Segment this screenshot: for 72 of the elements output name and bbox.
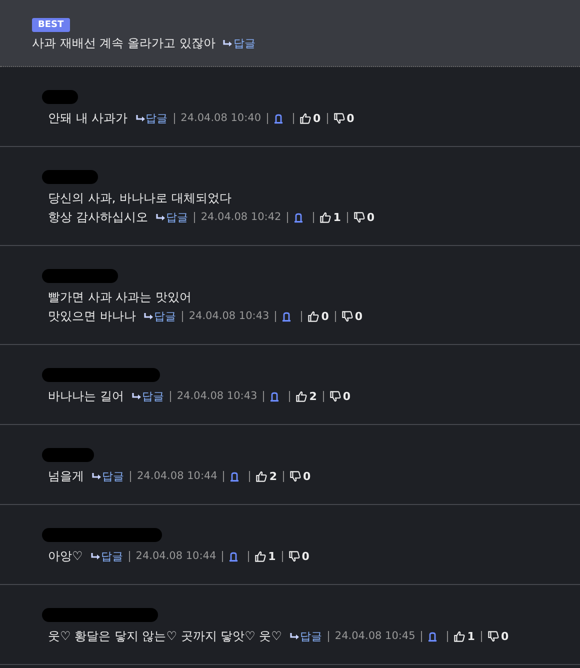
- redaction-mark: [42, 90, 78, 104]
- thumbs-down-icon: [354, 212, 365, 223]
- timestamp: 24.04.08 10:45: [334, 629, 416, 644]
- dislike-button[interactable]: 0: [288, 547, 310, 566]
- comment-text: 사과 재배선 계속 올라가고 있잖아: [32, 35, 216, 52]
- bell-icon[interactable]: [282, 312, 292, 322]
- timestamp: 24.04.08 10:44: [137, 469, 218, 484]
- redaction-mark: [42, 170, 98, 184]
- comment-text: 맛있으면 바나나: [48, 308, 136, 325]
- bell-icon[interactable]: [270, 392, 280, 402]
- comment-text: 당신의 사과, 바나나로 대체되었다: [48, 190, 232, 207]
- thumbs-up-icon: [454, 631, 466, 642]
- comment-text: 넘을게: [48, 468, 84, 485]
- comment-text: 바나나는 길어: [48, 388, 124, 405]
- reply-arrow-icon: [290, 633, 299, 640]
- reply-link[interactable]: 답글: [223, 36, 256, 51]
- reply-arrow-icon: [90, 553, 100, 560]
- reply-link[interactable]: 답글: [90, 547, 123, 566]
- bell-icon[interactable]: [230, 472, 240, 482]
- timestamp: 24.04.08 10:43: [176, 389, 258, 404]
- thumbs-up-icon: [300, 113, 311, 124]
- comment-text: 웃♡ 황달은 닿지 않는♡ 곳까지 닿앗♡ 웃♡: [48, 628, 282, 645]
- timestamp: 24.04.08 10:43: [188, 309, 270, 324]
- bell-icon[interactable]: [229, 552, 238, 562]
- bell-icon[interactable]: [274, 114, 283, 124]
- like-button[interactable]: 2: [256, 467, 278, 486]
- reply-arrow-icon: [144, 313, 153, 320]
- thumbs-up-icon: [255, 551, 266, 562]
- thumbs-down-icon: [288, 551, 300, 562]
- timestamp: 24.04.08 10:44: [136, 549, 216, 564]
- thumbs-up-icon: [296, 391, 308, 402]
- thumbs-up-icon: [308, 311, 320, 322]
- like-button[interactable]: 2: [296, 387, 317, 406]
- reply-link[interactable]: 답글: [156, 208, 188, 227]
- dislike-button[interactable]: 0: [330, 387, 350, 406]
- like-button[interactable]: 1: [320, 208, 341, 227]
- reply-arrow-icon: [223, 40, 232, 47]
- redaction-mark: [42, 448, 94, 462]
- comment-text: 안돼 내 사과가: [48, 110, 128, 127]
- dislike-button[interactable]: 0: [354, 208, 374, 227]
- timestamp: 24.04.08 10:42: [200, 210, 282, 225]
- comment-text: 빨가면 사과 사과는 맛있어: [48, 289, 192, 306]
- dislike-button[interactable]: 0: [290, 467, 311, 486]
- bell-icon[interactable]: [294, 212, 304, 222]
- timestamp: 24.04.08 10:40: [180, 111, 261, 126]
- reply-link[interactable]: 답글: [132, 387, 164, 406]
- like-button[interactable]: 1: [255, 547, 276, 566]
- like-button[interactable]: 0: [308, 307, 329, 326]
- thumbs-down-icon: [334, 113, 345, 124]
- reply-link[interactable]: 답글: [144, 307, 176, 326]
- dislike-button[interactable]: 0: [334, 109, 354, 128]
- thumbs-down-icon: [342, 311, 353, 322]
- bell-icon[interactable]: [428, 632, 438, 642]
- reply-arrow-icon: [156, 214, 165, 221]
- reply-link[interactable]: 답글: [136, 109, 168, 128]
- dislike-button[interactable]: 0: [342, 307, 362, 326]
- thumbs-down-icon: [330, 391, 341, 402]
- thumbs-up-icon: [320, 212, 332, 223]
- reply-link[interactable]: 답글: [92, 467, 124, 486]
- like-button[interactable]: 0: [300, 109, 321, 128]
- dislike-button[interactable]: 0: [488, 627, 509, 646]
- reply-arrow-icon: [136, 115, 145, 122]
- thumbs-down-icon: [290, 471, 302, 482]
- comment-text: 아앙♡: [48, 548, 83, 565]
- comment-text: 항상 감사하십시오: [48, 209, 148, 226]
- best-badge: BEST: [32, 18, 70, 32]
- thumbs-down-icon: [488, 631, 499, 642]
- reply-arrow-icon: [132, 393, 141, 400]
- like-button[interactable]: 1: [454, 627, 475, 646]
- reply-arrow-icon: [92, 473, 101, 480]
- thumbs-up-icon: [256, 471, 268, 482]
- reply-link[interactable]: 답글: [290, 627, 322, 646]
